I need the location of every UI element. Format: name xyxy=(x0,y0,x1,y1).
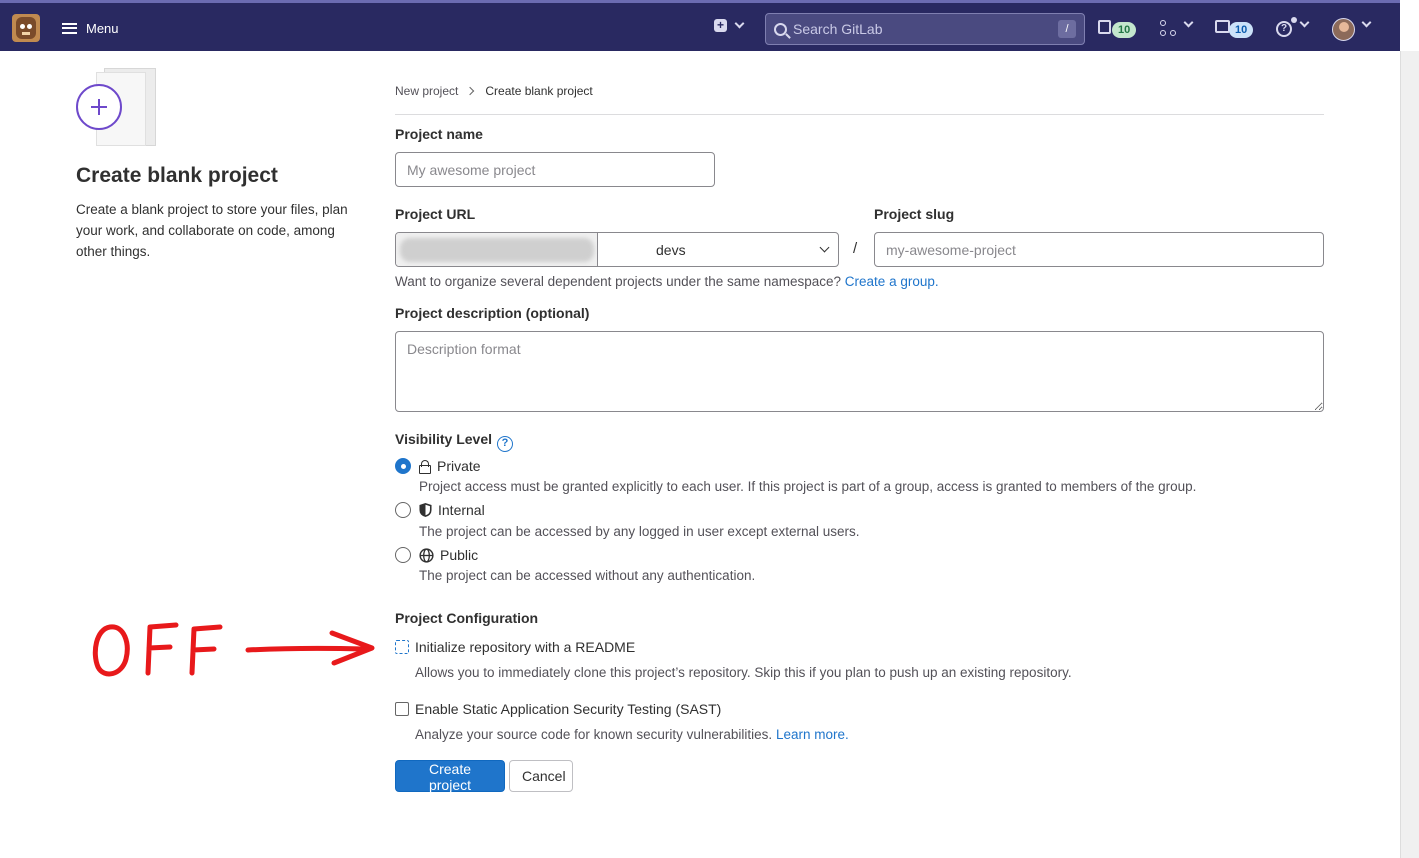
visibility-internal-label: Internal xyxy=(438,502,485,518)
divider xyxy=(395,114,1324,115)
learn-more-link[interactable]: Learn more. xyxy=(776,727,849,742)
chevron-down-icon[interactable] xyxy=(1361,17,1372,28)
visibility-private-radio[interactable] xyxy=(395,458,411,474)
breadcrumb-current: Create blank project xyxy=(485,84,593,98)
project-slug-input[interactable] xyxy=(874,232,1324,267)
plus-square-icon: + xyxy=(714,19,727,32)
todos-count-badge[interactable]: 10 xyxy=(1229,22,1254,38)
breadcrumb: New project Create blank project xyxy=(395,84,593,98)
sast-checkbox[interactable] xyxy=(395,702,409,716)
search-icon xyxy=(774,22,787,36)
readme-description: Allows you to immediately clone this pro… xyxy=(415,665,1072,680)
notification-dot-icon xyxy=(1291,17,1297,23)
visibility-private-option[interactable]: Private xyxy=(419,458,481,474)
project-name-label: Project name xyxy=(395,126,483,142)
sast-description: Analyze your source code for known secur… xyxy=(415,727,773,742)
blank-project-illustration-icon xyxy=(76,66,158,148)
visibility-internal-radio[interactable] xyxy=(395,502,411,518)
create-group-link[interactable]: Create a group. xyxy=(845,274,939,289)
sast-label[interactable]: Enable Static Application Security Testi… xyxy=(415,701,721,717)
menu-label: Menu xyxy=(86,20,119,36)
lock-icon xyxy=(419,459,431,474)
help-icon[interactable]: ? xyxy=(1276,21,1292,37)
visibility-public-label: Public xyxy=(440,547,479,563)
namespace-value: devs xyxy=(656,241,686,258)
group-hint: Want to organize several dependent proje… xyxy=(395,274,939,289)
chevron-down-icon xyxy=(734,18,745,29)
todos-icon[interactable] xyxy=(1215,20,1230,33)
visibility-level-label: Visibility Level? xyxy=(395,431,514,452)
description-textarea[interactable] xyxy=(395,331,1324,412)
breadcrumb-new-project-link[interactable]: New project xyxy=(395,84,458,98)
create-project-button[interactable]: Create project xyxy=(395,760,505,793)
readme-checkbox[interactable] xyxy=(395,640,409,654)
globe-icon xyxy=(419,547,434,563)
shield-icon xyxy=(419,503,432,517)
url-separator: / xyxy=(853,240,858,257)
search-shortcut-key: / xyxy=(1058,20,1076,38)
scrollbar[interactable] xyxy=(1400,51,1419,858)
menu-button[interactable]: Menu xyxy=(62,15,119,41)
issues-count-badge[interactable]: 10 xyxy=(1112,22,1137,38)
visibility-public-description: The project can be accessed without any … xyxy=(419,568,756,583)
off-annotation-arrow xyxy=(92,622,375,677)
project-url-label: Project URL xyxy=(395,206,476,222)
hamburger-icon xyxy=(62,22,77,34)
chevron-down-icon[interactable] xyxy=(1183,17,1194,28)
visibility-private-label: Private xyxy=(437,458,481,474)
visibility-public-radio[interactable] xyxy=(395,547,411,563)
project-url-group: devs xyxy=(395,232,839,267)
chevron-down-icon xyxy=(819,242,830,253)
chevron-down-icon[interactable] xyxy=(1299,17,1310,28)
search-input[interactable] xyxy=(793,21,1053,37)
panel-description: Create a blank project to store your fil… xyxy=(76,202,348,259)
visibility-public-option[interactable]: Public xyxy=(419,547,478,563)
visibility-level-text: Visibility Level xyxy=(395,431,493,447)
top-navbar: Menu + / 10 10 ? xyxy=(0,0,1419,51)
user-avatar[interactable] xyxy=(1332,18,1355,41)
merge-requests-icon[interactable] xyxy=(1160,20,1176,36)
instance-logo-icon[interactable] xyxy=(12,14,40,42)
window-edge xyxy=(1400,0,1419,51)
cancel-button[interactable]: Cancel xyxy=(509,760,573,792)
chevron-right-icon xyxy=(466,86,475,96)
url-prefix-redacted xyxy=(396,233,598,266)
visibility-private-description: Project access must be granted explicitl… xyxy=(419,479,1197,494)
description-label: Project description (optional) xyxy=(395,305,590,321)
group-hint-text: Want to organize several dependent proje… xyxy=(395,274,842,289)
readme-label[interactable]: Initialize repository with a README xyxy=(415,639,635,655)
panel-title: Create blank project xyxy=(76,164,278,187)
new-dropdown-button[interactable]: + xyxy=(714,18,745,32)
sast-description-row: Analyze your source code for known secur… xyxy=(415,727,849,742)
visibility-internal-option[interactable]: Internal xyxy=(419,502,485,518)
search-box: / xyxy=(765,13,1085,45)
project-configuration-label: Project Configuration xyxy=(395,610,539,626)
project-slug-label: Project slug xyxy=(874,206,955,222)
namespace-select[interactable]: devs xyxy=(598,233,838,266)
question-circle-icon[interactable]: ? xyxy=(497,436,514,452)
project-name-input[interactable] xyxy=(395,152,715,187)
visibility-internal-description: The project can be accessed by any logge… xyxy=(419,524,860,539)
issues-icon[interactable] xyxy=(1098,20,1111,34)
